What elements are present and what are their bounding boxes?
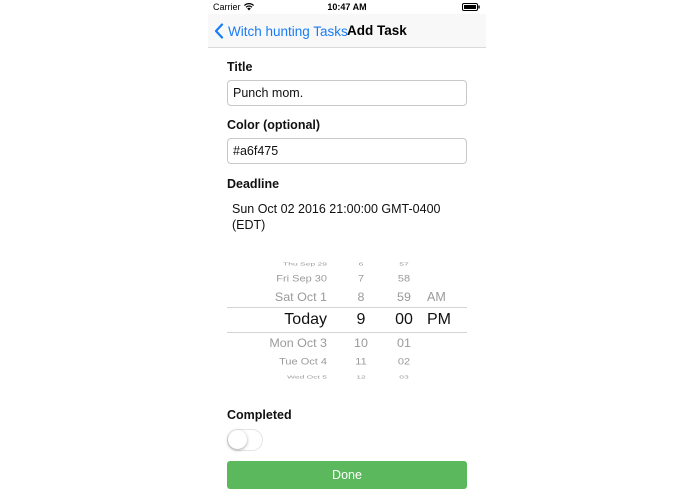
- picker-hour-option[interactable]: 7: [358, 274, 364, 284]
- picker-hour-option[interactable]: 9: [357, 311, 366, 329]
- picker-hour-option[interactable]: 12: [356, 374, 365, 380]
- picker-hour-option[interactable]: 10: [354, 336, 368, 349]
- picker-ampm-option[interactable]: PM: [427, 311, 451, 329]
- picker-day-option[interactable]: Fri Sep 30: [276, 274, 327, 284]
- picker-minute-option[interactable]: 02: [398, 357, 410, 367]
- toggle-knob: [228, 430, 247, 449]
- picker-selection-bottom-line: [227, 332, 467, 333]
- deadline-value-line1: Sun Oct 02 2016 21:00:00 GMT-0400: [232, 202, 441, 216]
- picker-day-option[interactable]: Sat Oct 1: [275, 290, 327, 303]
- picker-minute-option[interactable]: 58: [398, 274, 410, 284]
- chevron-left-icon: [214, 23, 224, 39]
- title-input[interactable]: [227, 80, 467, 106]
- picker-minute-option[interactable]: 00: [395, 311, 413, 329]
- back-button-label: Witch hunting Tasks: [228, 23, 348, 39]
- picker-ampm-option[interactable]: AM: [427, 290, 446, 304]
- picker-day-option[interactable]: Tue Oct 4: [279, 357, 327, 367]
- color-input[interactable]: [227, 138, 467, 164]
- deadline-label: Deadline: [227, 177, 280, 191]
- phone-screen: Carrier 10:47 AM Witch hunting Tasks Add…: [208, 0, 486, 494]
- title-label: Title: [227, 60, 253, 74]
- color-label: Color (optional): [227, 118, 321, 132]
- picker-minute-option[interactable]: 03: [399, 374, 408, 380]
- date-time-picker[interactable]: Thu Sep 29 Fri Sep 30 Sat Oct 1 Today Mon Oc…: [227, 258, 467, 382]
- back-button[interactable]: Witch hunting Tasks: [214, 21, 348, 41]
- status-bar: Carrier 10:47 AM: [208, 0, 486, 14]
- done-button[interactable]: Done: [227, 461, 467, 489]
- picker-day-option[interactable]: Thu Sep 29: [283, 261, 327, 267]
- picker-minute-option[interactable]: 57: [399, 261, 408, 267]
- deadline-value-line2: (EDT): [232, 218, 266, 232]
- navigation-bar: Witch hunting Tasks Add Task: [208, 14, 486, 48]
- picker-minute-option[interactable]: 01: [397, 336, 411, 349]
- picker-hour-option[interactable]: 8: [358, 290, 365, 303]
- picker-selection-top-line: [227, 307, 467, 308]
- completed-label: Completed: [227, 408, 292, 422]
- picker-minute-option[interactable]: 59: [397, 290, 411, 303]
- status-time: 10:47 AM: [327, 2, 367, 12]
- page-title: Add Task: [347, 23, 407, 38]
- battery-icon: [462, 3, 480, 11]
- completed-toggle[interactable]: [227, 429, 263, 451]
- picker-day-option[interactable]: Wed Oct 5: [287, 374, 327, 380]
- picker-hour-option[interactable]: 11: [355, 357, 366, 367]
- picker-day-option[interactable]: Mon Oct 3: [269, 336, 327, 349]
- deadline-value: Sun Oct 02 2016 21:00:00 GMT-0400 (EDT): [232, 201, 472, 233]
- picker-day-option[interactable]: Today: [284, 311, 327, 329]
- picker-hour-option[interactable]: 6: [359, 261, 364, 267]
